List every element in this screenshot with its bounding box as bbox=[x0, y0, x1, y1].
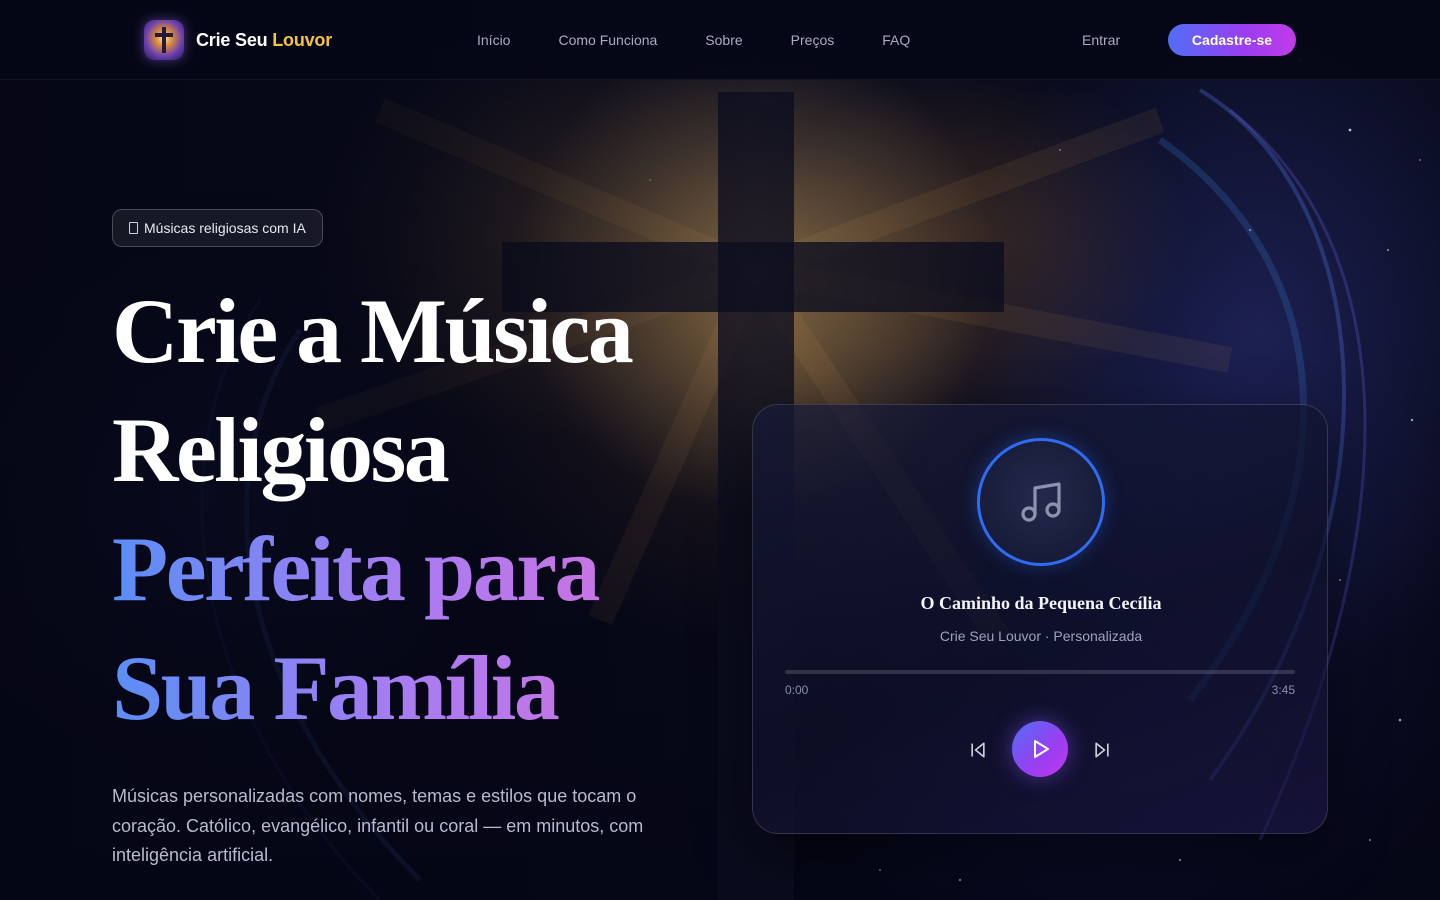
next-button[interactable] bbox=[1089, 737, 1115, 763]
skip-previous-icon bbox=[971, 742, 985, 758]
play-icon bbox=[1034, 740, 1049, 758]
headline-line-2: Religiosa bbox=[112, 399, 450, 501]
nav-item-inicio[interactable]: Início bbox=[477, 30, 510, 50]
login-link[interactable]: Entrar bbox=[1082, 30, 1120, 50]
hero-badge: Músicas religiosas com IA bbox=[112, 209, 323, 247]
brand-name-main: Crie Seu bbox=[196, 29, 273, 50]
album-cover bbox=[977, 438, 1105, 566]
brand-name: Crie Seu Louvor bbox=[196, 30, 332, 51]
brand-name-accent: Louvor bbox=[272, 29, 333, 50]
cross-logo-icon bbox=[144, 20, 184, 60]
music-note-icon bbox=[1021, 482, 1061, 522]
headline-line-3: Perfeita para bbox=[112, 510, 752, 629]
signup-button[interactable]: Cadastre-se bbox=[1168, 24, 1296, 56]
hero-badge-label: Músicas religiosas com IA bbox=[144, 220, 306, 236]
hero-headline: Crie a Música Religiosa Perfeita para Su… bbox=[112, 272, 752, 748]
total-time: 3:45 bbox=[1271, 683, 1295, 697]
nav-item-precos[interactable]: Preços bbox=[791, 30, 835, 50]
skip-next-icon bbox=[1095, 742, 1109, 758]
current-time: 0:00 bbox=[785, 683, 809, 697]
track-title: O Caminho da Pequena Cecília bbox=[920, 593, 1162, 613]
headline-line-4: Sua Família bbox=[112, 629, 752, 748]
nav-item-como-funciona[interactable]: Como Funciona bbox=[558, 30, 657, 50]
previous-button[interactable] bbox=[965, 737, 991, 763]
site-header: Crie Seu Louvor Início Como Funciona Sob… bbox=[0, 0, 1440, 80]
nav-item-sobre[interactable]: Sobre bbox=[705, 30, 742, 50]
nav-item-faq[interactable]: FAQ bbox=[882, 30, 910, 50]
hero-description: Músicas personalizadas com nomes, temas … bbox=[112, 786, 644, 865]
headline-line-1: Crie a Música bbox=[112, 280, 634, 382]
progress-bar[interactable] bbox=[785, 670, 1295, 674]
track-subtitle: Crie Seu Louvor · Personalizada bbox=[939, 628, 1143, 644]
badge-glyph-icon bbox=[129, 222, 138, 234]
main-nav: Início Como Funciona Sobre Preços FAQ bbox=[477, 30, 910, 50]
play-button[interactable] bbox=[1012, 721, 1068, 777]
song-preview-player: O Caminho da Pequena Cecília Crie Seu Lo… bbox=[752, 404, 1328, 834]
brand-logo-link[interactable]: Crie Seu Louvor bbox=[144, 20, 332, 60]
